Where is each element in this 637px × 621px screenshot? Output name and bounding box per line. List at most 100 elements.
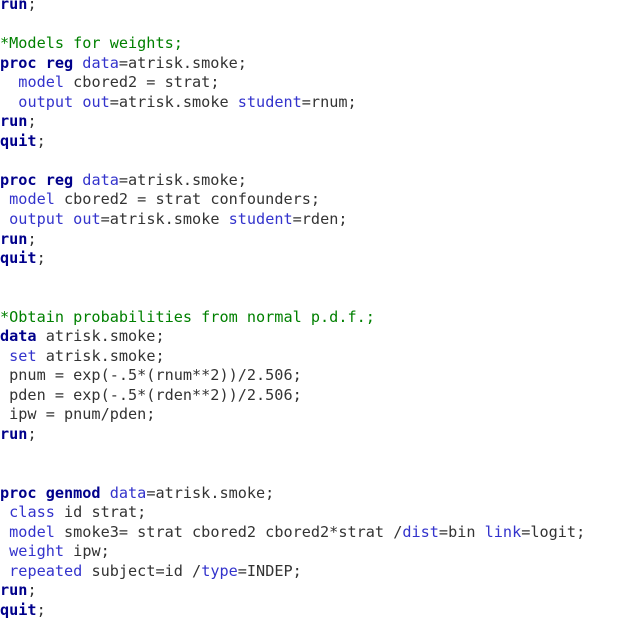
sas-text: cbored2 = strat; xyxy=(64,73,220,92)
sas-text: ; xyxy=(27,0,37,13)
code-listing[interactable]: run; *Models for weights; proc reg data=a… xyxy=(0,0,637,621)
sas-text: =atrisk.smoke; xyxy=(118,53,247,72)
code-line: *Models for weights; xyxy=(0,34,637,54)
sas-text: =atrisk.smoke; xyxy=(146,483,275,502)
code-line: repeated subject=id /type=INDEP; xyxy=(0,562,637,582)
sas-option-keyword: output xyxy=(9,210,74,229)
sas-text xyxy=(0,347,9,365)
sas-text: ; xyxy=(36,600,46,619)
sas-text: subject=id / xyxy=(82,561,202,580)
code-line: pden = exp(-.5*(rden**2))/2.506; xyxy=(0,386,637,406)
sas-option-keyword: data xyxy=(82,170,119,189)
sas-text: ; xyxy=(27,229,37,248)
code-line: quit; xyxy=(0,249,637,269)
sas-text: =rden; xyxy=(292,210,348,229)
code-line: run; xyxy=(0,425,637,445)
code-line: model cbored2 = strat confounders; xyxy=(0,190,637,210)
sas-keyword: run xyxy=(0,229,28,248)
sas-text xyxy=(0,503,9,521)
sas-comment: *Models for weights; xyxy=(0,34,183,53)
sas-text: ipw; xyxy=(64,542,110,561)
sas-text xyxy=(0,210,9,228)
sas-text: atrisk.smoke; xyxy=(36,346,165,365)
sas-keyword: proc reg xyxy=(0,170,83,189)
sas-text: ; xyxy=(27,581,37,600)
sas-option-keyword: data xyxy=(82,53,119,72)
sas-option-keyword: dist xyxy=(402,522,439,541)
sas-text: ipw = pnum/pden; xyxy=(0,405,156,424)
sas-option-keyword: model xyxy=(18,73,65,92)
sas-text: =bin xyxy=(438,522,485,541)
code-line: run; xyxy=(0,0,637,15)
sas-text: pnum = exp(-.5*(rnum**2))/2.506; xyxy=(0,366,302,385)
sas-text: ; xyxy=(36,131,46,150)
code-line: proc reg data=atrisk.smoke; xyxy=(0,171,637,191)
sas-text: ; xyxy=(36,249,46,268)
code-line: run; xyxy=(0,230,637,250)
sas-keyword: proc reg xyxy=(0,53,83,72)
code-line: set atrisk.smoke; xyxy=(0,347,637,367)
sas-option-keyword: out xyxy=(82,92,110,111)
code-line: ipw = pnum/pden; xyxy=(0,405,637,425)
code-line: weight ipw; xyxy=(0,542,637,562)
sas-keyword: quit xyxy=(0,600,37,619)
code-line: pnum = exp(-.5*(rnum**2))/2.506; xyxy=(0,366,637,386)
sas-text: pden = exp(-.5*(rden**2))/2.506; xyxy=(0,385,302,404)
sas-text: atrisk.smoke; xyxy=(36,327,165,346)
sas-text xyxy=(0,73,18,91)
sas-text: =atrisk.smoke xyxy=(109,92,238,111)
sas-keyword: data xyxy=(0,327,37,346)
sas-option-keyword: weight xyxy=(9,542,65,561)
sas-keyword: run xyxy=(0,581,28,600)
sas-text: =atrisk.smoke; xyxy=(118,170,247,189)
sas-option-keyword: data xyxy=(109,483,147,502)
sas-text xyxy=(0,562,9,580)
sas-text: =logit; xyxy=(521,522,586,541)
sas-text: ; xyxy=(27,112,37,131)
sas-keyword: proc genmod xyxy=(0,483,110,502)
sas-text: =rnum; xyxy=(301,92,357,111)
sas-text xyxy=(0,93,18,111)
code-line: proc genmod data=atrisk.smoke; xyxy=(0,484,637,504)
sas-keyword: run xyxy=(0,112,28,131)
code-line: output out=atrisk.smoke student=rden; xyxy=(0,210,637,230)
sas-keyword: quit xyxy=(0,249,37,268)
sas-text: =INDEP; xyxy=(237,561,302,580)
sas-option-keyword: output xyxy=(18,92,83,111)
sas-keyword: run xyxy=(0,0,28,13)
sas-option-keyword: link xyxy=(484,522,522,541)
code-line: quit; xyxy=(0,132,637,152)
code-line: class id strat; xyxy=(0,503,637,523)
sas-option-keyword: set xyxy=(9,346,37,365)
sas-option-keyword: student xyxy=(237,92,302,111)
sas-option-keyword: model xyxy=(9,190,55,209)
sas-text: cbored2 = strat confounders; xyxy=(54,190,321,209)
sas-text: ; xyxy=(27,425,37,444)
code-line: run; xyxy=(0,112,637,132)
code-line: model cbored2 = strat; xyxy=(0,73,637,93)
sas-option-keyword: repeated xyxy=(9,561,83,580)
sas-text xyxy=(0,542,9,560)
sas-text xyxy=(0,190,9,208)
code-line: model smoke3= strat cbored2 cbored2*stra… xyxy=(0,523,637,543)
code-line: run; xyxy=(0,581,637,601)
sas-keyword: quit xyxy=(0,131,37,150)
sas-comment: *Obtain probabilities from normal p.d.f.… xyxy=(0,307,375,326)
sas-option-keyword: type xyxy=(201,561,238,580)
code-line: proc reg data=atrisk.smoke; xyxy=(0,54,637,74)
sas-keyword: run xyxy=(0,425,28,444)
code-line: *Obtain probabilities from normal p.d.f.… xyxy=(0,308,637,328)
code-line: quit; xyxy=(0,601,637,621)
sas-option-keyword: model xyxy=(9,522,55,541)
sas-text: =atrisk.smoke xyxy=(100,210,229,229)
code-line: data atrisk.smoke; xyxy=(0,327,637,347)
sas-option-keyword: student xyxy=(228,210,293,229)
sas-text xyxy=(0,523,9,541)
sas-text: id strat; xyxy=(54,503,147,522)
